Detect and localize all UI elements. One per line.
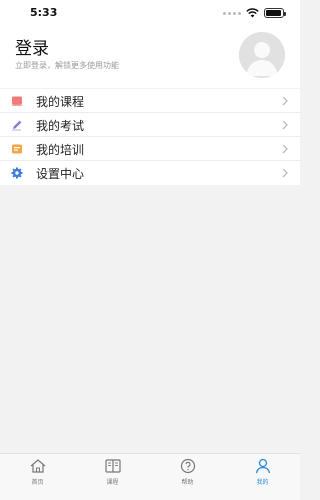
menu-item-label: 我的培训 [36, 143, 85, 157]
tab-home[interactable]: 首页 [0, 454, 75, 500]
course-book-icon [12, 96, 22, 106]
menu-item-label: 设置中心 [36, 167, 85, 181]
menu-item-label: 我的考试 [36, 119, 85, 133]
chevron-right-icon [282, 144, 288, 154]
menu-list: 我的课程 我的考试 我的培训 设置中心 [0, 89, 300, 185]
gear-icon [11, 167, 23, 179]
status-icons [223, 7, 286, 19]
status-bar: 5:33 [0, 0, 300, 26]
profile-icon [255, 458, 270, 474]
menu-item-my-exams[interactable]: 我的考试 [0, 113, 300, 137]
book-icon [104, 459, 121, 473]
menu-item-settings[interactable]: 设置中心 [0, 161, 300, 185]
chevron-right-icon [282, 96, 288, 106]
login-header[interactable]: 登录 立即登录，解锁更多使用功能 [0, 26, 300, 88]
avatar[interactable] [239, 32, 285, 78]
tab-label: 我的 [256, 479, 269, 486]
signal-icon [223, 11, 241, 15]
home-icon [30, 459, 45, 473]
avatar-placeholder-icon [239, 32, 285, 78]
chevron-right-icon [282, 120, 288, 130]
tab-label: 帮助 [181, 479, 194, 486]
tab-help[interactable]: 帮助 [150, 454, 225, 500]
chevron-right-icon [282, 168, 288, 178]
training-icon [12, 144, 22, 154]
tab-label: 首页 [31, 479, 44, 486]
tab-courses[interactable]: 课程 [75, 454, 150, 500]
tab-bar: 首页 课程 帮助 我的 [0, 453, 300, 500]
tab-label: 课程 [106, 479, 119, 486]
tab-mine[interactable]: 我的 [225, 454, 300, 500]
menu-item-my-courses[interactable]: 我的课程 [0, 89, 300, 113]
menu-item-my-training[interactable]: 我的培训 [0, 137, 300, 161]
login-subtitle: 立即登录，解锁更多使用功能 [15, 61, 119, 70]
pen-icon [12, 120, 22, 131]
battery-icon [264, 8, 286, 18]
help-icon [180, 458, 195, 474]
login-title[interactable]: 登录 [15, 34, 49, 59]
status-time: 5:33 [30, 6, 58, 19]
wifi-icon [246, 8, 259, 18]
menu-item-label: 我的课程 [36, 95, 85, 109]
